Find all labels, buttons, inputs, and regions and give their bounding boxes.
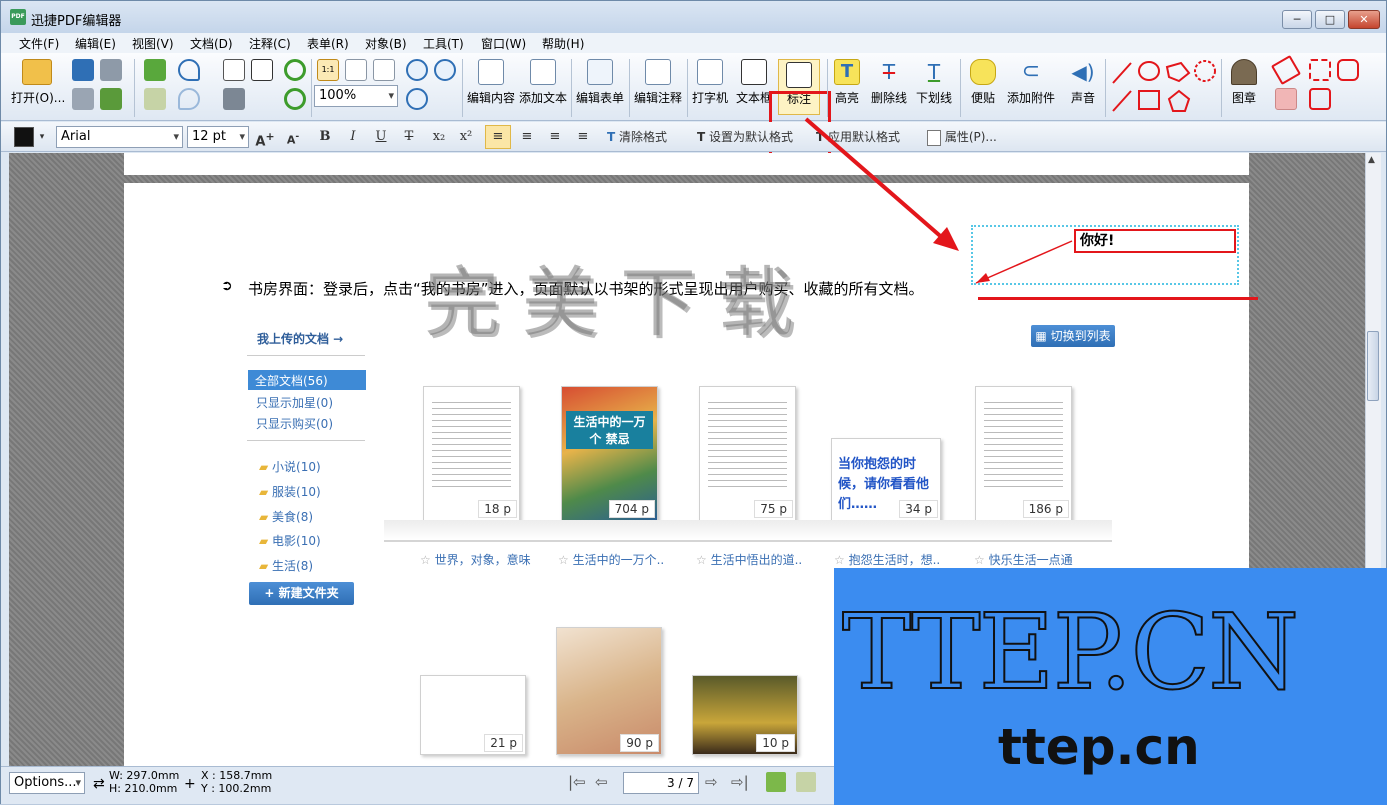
- page-width: W: 297.0mm: [109, 769, 180, 782]
- cursor-x: X : 158.7mm: [201, 769, 273, 782]
- back-view-icon[interactable]: [766, 772, 786, 792]
- watermark-banner: TTEP.CN ttep.cn: [834, 568, 1387, 805]
- page-height: H: 210.0mm: [109, 782, 178, 795]
- app-window: PDF 迅捷PDF编辑器 ─ □ ✕ 文件(F) 编辑(E) 视图(V) 文档(…: [0, 0, 1387, 805]
- first-page-icon[interactable]: |⇦: [568, 773, 586, 791]
- options-dropdown[interactable]: Options...: [9, 772, 85, 794]
- page-size-icon: ⇄: [93, 776, 105, 792]
- last-page-icon[interactable]: ⇨|: [731, 773, 749, 791]
- scrollbar-thumb[interactable]: [1367, 331, 1379, 401]
- next-page-icon[interactable]: ⇨: [705, 773, 718, 791]
- prev-page-icon[interactable]: ⇦: [595, 773, 608, 791]
- scroll-up-icon[interactable]: ▲: [1368, 155, 1375, 165]
- page-number-input[interactable]: 3 / 7: [623, 772, 699, 794]
- banner-small-text: ttep.cn: [998, 718, 1200, 776]
- forward-view-icon[interactable]: [796, 772, 816, 792]
- banner-big-text: TTEP.CN: [841, 591, 1300, 713]
- cursor-y: Y : 100.2mm: [201, 782, 272, 795]
- crosshair-icon: +: [184, 776, 196, 792]
